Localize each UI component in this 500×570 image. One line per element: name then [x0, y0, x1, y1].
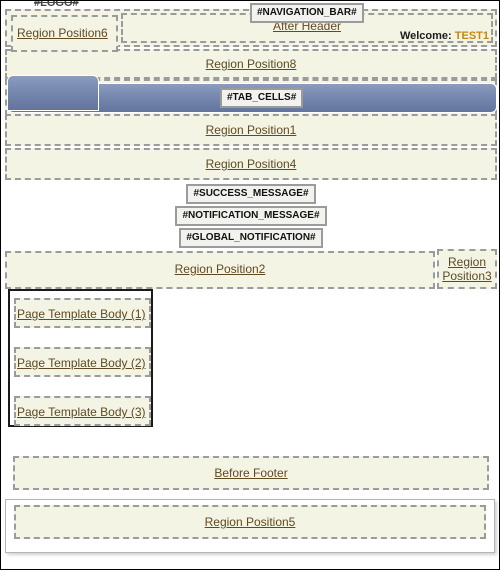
region-position5[interactable]: Region Position5: [14, 505, 486, 539]
page-template-body-box: Page Template Body (1) Page Template Bod…: [8, 289, 153, 427]
region-position5-label: Region Position5: [204, 515, 296, 529]
region-position2-label: Region Position2: [174, 262, 266, 276]
page-template-body-3-label: Page Template Body (3): [17, 405, 146, 419]
region-position3[interactable]: Region Position3: [437, 249, 497, 289]
before-footer-label: Before Footer: [214, 466, 288, 480]
region-position1[interactable]: Region Position1: [5, 114, 497, 146]
navigation-bar-token[interactable]: #NAVIGATION_BAR#: [250, 3, 364, 23]
welcome-username: TEST1: [454, 30, 489, 42]
region-position4[interactable]: Region Position4: [5, 148, 497, 180]
page-template-body-3[interactable]: Page Template Body (3): [14, 396, 151, 426]
logo-token: #LOGO#: [34, 0, 79, 9]
region-position6-label: Region Position6: [17, 26, 108, 40]
notification-message-row: #NOTIFICATION_MESSAGE#: [1, 206, 499, 228]
page-template-body-2-label: Page Template Body (2): [17, 356, 146, 370]
tab-bar: #TAB_CELLS#: [5, 73, 497, 118]
page-template-body-1-label: Page Template Body (1): [17, 307, 146, 321]
global-notification-row: #GLOBAL_NOTIFICATION#: [1, 228, 499, 250]
welcome-prefix: Welcome:: [399, 30, 455, 42]
page-template-body-2[interactable]: Page Template Body (2): [14, 347, 151, 377]
region-position3-label-line2: Position3: [442, 269, 492, 283]
region-position3-label-line1: Region: [447, 255, 487, 269]
region-position6[interactable]: Region Position6: [11, 15, 118, 52]
page-template-body-1[interactable]: Page Template Body (1): [14, 298, 151, 328]
footer-box: Region Position5: [5, 499, 495, 553]
page-template-preview: #LOGO# Region Position6 After Header Wel…: [0, 0, 500, 570]
global-notification-token[interactable]: #GLOBAL_NOTIFICATION#: [179, 228, 323, 248]
success-message-row: #SUCCESS_MESSAGE#: [1, 184, 499, 206]
standard-tab[interactable]: [7, 75, 99, 111]
region-position1-label: Region Position1: [205, 123, 297, 137]
region-position2[interactable]: Region Position2: [5, 251, 435, 289]
success-message-token[interactable]: #SUCCESS_MESSAGE#: [186, 184, 316, 204]
region-position3-label: Region Position3: [439, 255, 495, 283]
before-footer-region[interactable]: Before Footer: [13, 456, 489, 490]
notification-message-token[interactable]: #NOTIFICATION_MESSAGE#: [175, 206, 327, 226]
messages-stack: #SUCCESS_MESSAGE# #NOTIFICATION_MESSAGE#…: [1, 184, 499, 250]
tab-cells-token[interactable]: #TAB_CELLS#: [220, 88, 304, 108]
region-position8-label: Region Position8: [205, 57, 297, 71]
region-position4-label: Region Position4: [205, 157, 297, 171]
welcome-text: Welcome: TEST1: [400, 30, 489, 42]
